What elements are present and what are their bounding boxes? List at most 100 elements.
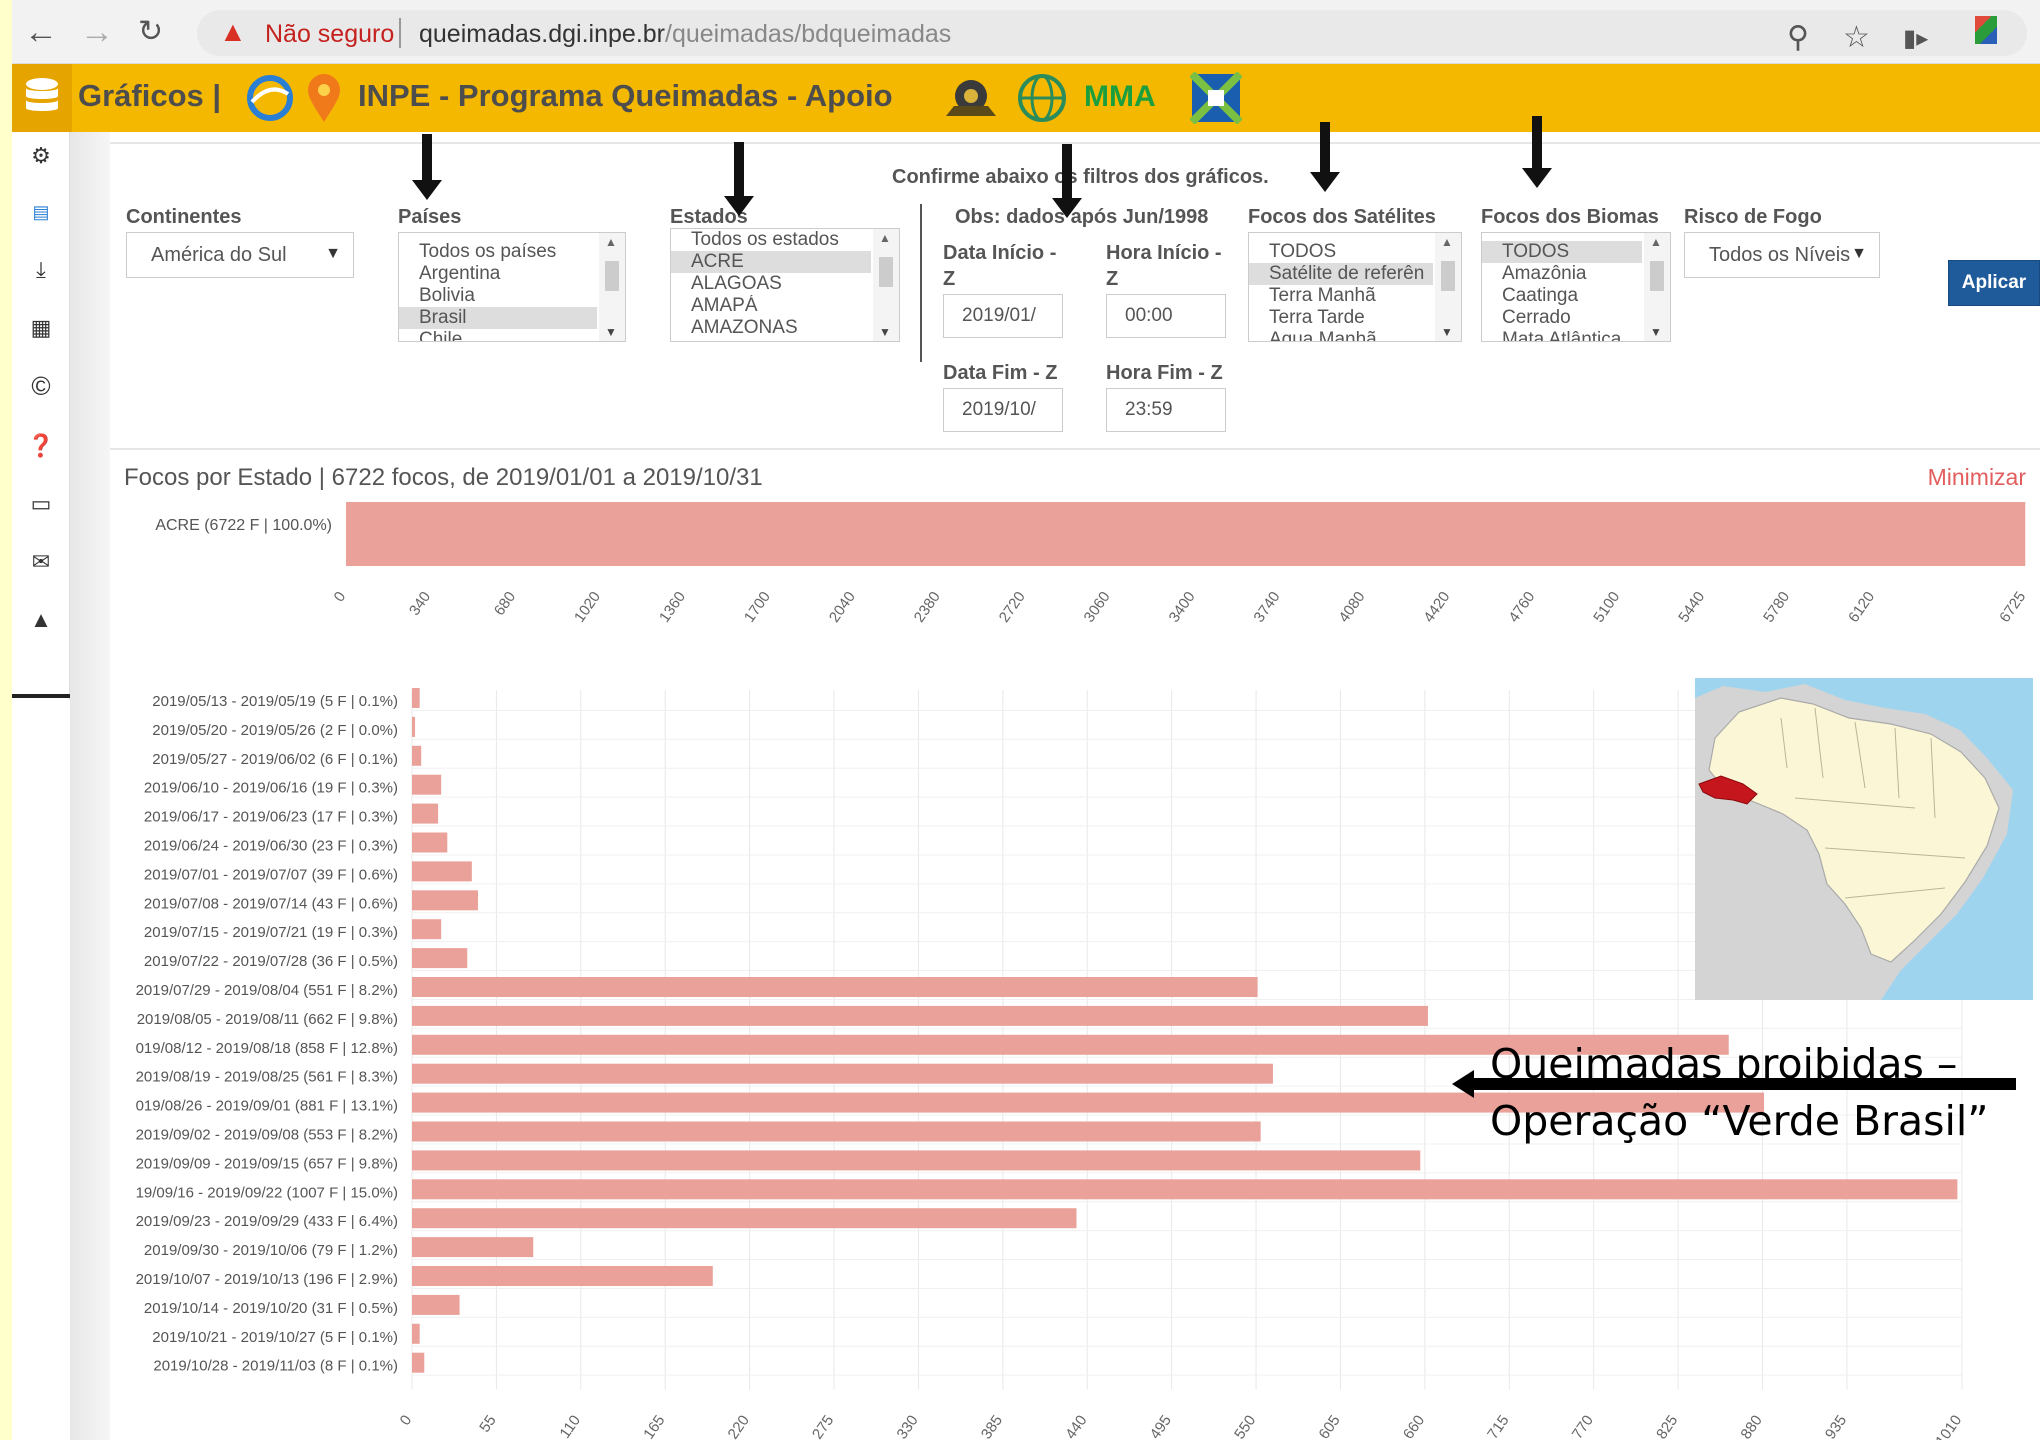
category-label: ACRE (6722 F | 100.0%) — [155, 517, 332, 534]
biomas-option[interactable]: TODOS — [1482, 241, 1642, 263]
back-arrow-icon[interactable]: ← — [24, 12, 58, 52]
continentes-select[interactable]: América do Sul ▼ — [126, 232, 354, 278]
scroll-down-icon[interactable]: ▼ — [1441, 325, 1453, 339]
extension-icon[interactable] — [1975, 16, 1997, 44]
biomas-listbox[interactable]: TODOS Amazônia Caatinga Cerrado Mata Atlânti… — [1481, 232, 1671, 342]
satelites-option[interactable]: Satélite de referên — [1249, 263, 1433, 285]
copyright-icon[interactable]: © — [12, 362, 70, 410]
address-bar[interactable]: ▲ Não seguro queimadas.dgi.inpe.br/queim… — [197, 10, 2027, 56]
estados-option[interactable]: ALAGOAS — [671, 273, 899, 295]
tick-label: 0 — [331, 589, 350, 606]
camera-icon[interactable]: ▮▸ — [1903, 24, 1928, 53]
listbox-scrollbar[interactable]: ▲ ▼ — [1435, 233, 1461, 341]
scroll-thumb[interactable] — [1441, 261, 1455, 291]
tick-label: 385 — [978, 1412, 1006, 1440]
estados-option[interactable]: Todos os estados — [671, 229, 899, 251]
tick-label: 825 — [1653, 1412, 1681, 1440]
minimize-link[interactable]: Minimizar — [1928, 464, 2026, 491]
satelites-listbox[interactable]: TODOS Satélite de referên Terra Manhã Terra… — [1248, 232, 1462, 342]
data-bar — [412, 1352, 425, 1373]
table-icon[interactable]: ▦ — [12, 304, 70, 352]
listbox-scrollbar[interactable]: ▲ ▼ — [599, 233, 625, 341]
continentes-label: Continentes — [126, 206, 242, 228]
satelites-option[interactable]: Terra Tarde — [1249, 307, 1461, 329]
tick-label: 220 — [725, 1412, 753, 1440]
data-bar — [412, 1150, 1421, 1171]
risco-select[interactable]: Todos os Níveis ▼ — [1684, 232, 1880, 278]
biomas-option[interactable]: Cerrado — [1482, 307, 1670, 329]
estados-option[interactable]: ACRE — [671, 251, 871, 273]
listbox-scrollbar[interactable]: ▲ ▼ — [873, 229, 899, 341]
mail-icon[interactable]: ✉ — [12, 538, 70, 586]
reload-icon[interactable]: ↻ — [138, 12, 163, 52]
browser-toolbar: ← → ↻ ▲ Não seguro queimadas.dgi.inpe.br… — [12, 0, 2040, 64]
category-label: 2019/07/08 - 2019/07/14 (43 F | 0.6%) — [144, 895, 398, 912]
biomas-option[interactable]: Mata Atlântica — [1482, 329, 1670, 341]
data-bar — [412, 1121, 1261, 1142]
satelites-option[interactable]: Terra Manhã — [1249, 285, 1461, 307]
data-inicio-input[interactable]: 2019/01/ — [943, 294, 1063, 338]
chart-icon[interactable]: ▤ — [12, 188, 70, 236]
category-label: 2019/09/09 - 2019/09/15 (657 F | 9.8%) — [136, 1155, 398, 1172]
scroll-down-icon[interactable]: ▼ — [605, 325, 617, 339]
scroll-up-icon[interactable]: ▲ — [879, 231, 891, 245]
download-icon[interactable]: ⤓ — [12, 246, 70, 294]
data-bar — [412, 1266, 713, 1286]
forward-arrow-icon[interactable]: → — [80, 12, 114, 52]
star-icon[interactable]: ☆ — [1843, 20, 1870, 55]
hora-inicio-input[interactable]: 00:00 — [1106, 294, 1226, 338]
estados-option[interactable]: AMAPÁ — [671, 295, 899, 317]
annotation-arrow-shaft — [1470, 1078, 2016, 1090]
screen-frame: ← → ↻ ▲ Não seguro queimadas.dgi.inpe.br… — [12, 0, 2040, 1440]
hora-fim-input[interactable]: 23:59 — [1106, 388, 1226, 432]
scroll-thumb[interactable] — [605, 261, 619, 291]
caret-down-icon: ▼ — [1851, 245, 1867, 262]
biomas-option[interactable]: Amazônia — [1482, 263, 1670, 285]
settings-icon[interactable]: ⚙ — [12, 132, 70, 180]
paises-option[interactable]: Chile — [399, 329, 625, 341]
apply-button[interactable]: Aplicar — [1948, 260, 2040, 306]
satelites-option[interactable]: Aqua Manhã — [1249, 329, 1461, 341]
paises-label: Países — [398, 206, 462, 228]
scroll-down-icon[interactable]: ▼ — [1650, 325, 1662, 339]
paises-option[interactable]: Todos os países — [399, 241, 625, 263]
tick-label: 4420 — [1420, 589, 1453, 626]
data-fim-input[interactable]: 2019/10/ — [943, 388, 1063, 432]
tick-label: 165 — [640, 1412, 668, 1440]
database-icon[interactable] — [12, 64, 72, 132]
category-label: 2019/05/20 - 2019/05/26 (2 F | 0.0%) — [152, 722, 398, 739]
paises-option[interactable]: Argentina — [399, 263, 625, 285]
tick-label: 605 — [1315, 1412, 1343, 1440]
chart-title: Focos por Estado | 6722 focos, de 2019/0… — [124, 464, 763, 491]
paises-option[interactable]: Brasil — [399, 307, 597, 329]
satelites-option[interactable]: TODOS — [1249, 241, 1461, 263]
data-bar — [412, 803, 439, 824]
security-label[interactable]: Não seguro — [265, 20, 394, 49]
biomas-option[interactable]: Caatinga — [1482, 285, 1670, 307]
estados-listbox[interactable]: Todos os estados ACRE ALAGOAS AMAPÁ AMAZONAS… — [670, 228, 900, 342]
coat-of-arms-icon — [946, 80, 996, 116]
tick-label: 2720 — [996, 589, 1029, 626]
scroll-down-icon[interactable]: ▼ — [879, 325, 891, 339]
estados-option[interactable]: AMAZONAS — [671, 317, 899, 339]
paises-listbox[interactable]: Todos os países Argentina Bolivia Brasil Chi… — [398, 232, 626, 342]
caret-down-icon: ▼ — [325, 245, 341, 262]
tick-label: 4760 — [1505, 589, 1538, 626]
scroll-up-icon[interactable]: ▲ — [605, 235, 617, 249]
tick-label: 880 — [1737, 1412, 1765, 1440]
monitor-icon[interactable]: ▭ — [12, 480, 70, 528]
help-icon[interactable]: ❓ — [12, 422, 70, 470]
tick-label: 1360 — [656, 589, 689, 626]
paises-option[interactable]: Bolivia — [399, 285, 625, 307]
url-text[interactable]: queimadas.dgi.inpe.br/queimadas/bdqueima… — [419, 20, 951, 49]
data-bar — [412, 1063, 1273, 1084]
zoom-icon[interactable]: ⚲ — [1787, 20, 1809, 55]
alert-icon[interactable]: ▲ — [12, 596, 70, 644]
scroll-thumb[interactable] — [1650, 261, 1664, 291]
tick-label: 5780 — [1760, 589, 1793, 626]
scroll-up-icon[interactable]: ▲ — [1441, 235, 1453, 249]
scroll-thumb[interactable] — [879, 257, 893, 287]
scroll-up-icon[interactable]: ▲ — [1650, 235, 1662, 249]
listbox-scrollbar[interactable]: ▲ ▼ — [1644, 233, 1670, 341]
data-bar — [412, 774, 442, 795]
